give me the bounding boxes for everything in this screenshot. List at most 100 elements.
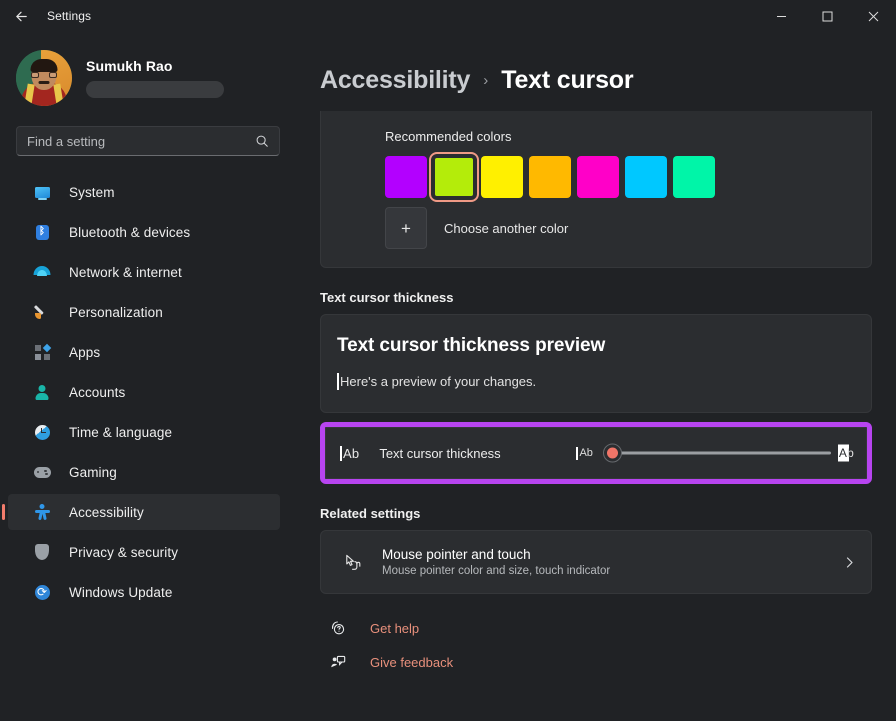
window-body: Sumukh Rao Find a setting Sy: [0, 32, 896, 721]
sidebar-item-label: Apps: [69, 345, 100, 360]
thickness-slider-row[interactable]: Ab Text cursor thickness Ab Ab: [325, 427, 867, 479]
sidebar-item-label: Bluetooth & devices: [69, 225, 190, 240]
color-swatch-cyan[interactable]: [625, 156, 667, 198]
slider-track[interactable]: [605, 452, 831, 455]
profile-email-redacted: [86, 81, 224, 98]
sidebar-item-accessibility[interactable]: Accessibility: [8, 494, 280, 530]
search-icon: [255, 134, 269, 148]
help-icon: [328, 620, 348, 636]
sidebar-item-windows-update[interactable]: Windows Update: [8, 574, 280, 610]
maximize-icon: [822, 11, 833, 22]
sidebar: Sumukh Rao Find a setting Sy: [0, 32, 296, 721]
feedback-icon: [328, 654, 348, 670]
chevron-right-icon: ›: [480, 72, 491, 89]
sidebar-item-gaming[interactable]: Gaming: [8, 454, 280, 490]
recommended-colors-card: Recommended colors + Choose: [320, 111, 872, 268]
wifi-icon: [32, 266, 52, 278]
recommended-colors-inner: Recommended colors + Choose: [321, 111, 871, 249]
color-swatch-purple[interactable]: [385, 156, 427, 198]
recommended-colors-label: Recommended colors: [385, 129, 871, 144]
sidebar-item-accounts[interactable]: Accounts: [8, 374, 280, 410]
profile-name: Sumukh Rao: [86, 58, 224, 74]
sidebar-item-time-language[interactable]: Time & language: [8, 414, 280, 450]
preview-subtitle: Here's a preview of your changes.: [340, 374, 536, 389]
related-setting-text: Mouse pointer and touch Mouse pointer co…: [382, 547, 844, 577]
refresh-icon: [32, 585, 52, 600]
footer-links: Get help Give feedback: [320, 594, 872, 670]
sidebar-item-personalization[interactable]: Personalization: [8, 294, 280, 330]
sidebar-item-privacy-security[interactable]: Privacy & security: [8, 534, 280, 570]
person-icon: [32, 385, 52, 400]
preview-subtitle-row: Here's a preview of your changes.: [337, 373, 871, 390]
ab-left-text: Ab: [343, 446, 359, 461]
back-button[interactable]: [0, 0, 42, 32]
plus-icon: +: [385, 207, 427, 249]
thickness-section-label: Text cursor thickness: [320, 290, 872, 305]
related-setting-mouse-pointer[interactable]: Mouse pointer and touch Mouse pointer co…: [320, 530, 872, 594]
color-swatch-spring-green[interactable]: [673, 156, 715, 198]
user-profile[interactable]: Sumukh Rao: [0, 32, 296, 110]
get-help-link[interactable]: Get help: [328, 620, 872, 636]
settings-window: Settings: [0, 0, 896, 721]
window-title: Settings: [47, 9, 91, 23]
color-swatch-row: [385, 156, 871, 198]
thickness-slider[interactable]: [605, 442, 831, 464]
color-swatch-chartreuse[interactable]: [433, 156, 475, 198]
bluetooth-icon: ᛒ: [32, 225, 52, 240]
minimize-icon: [776, 11, 787, 22]
breadcrumb: Accessibility › Text cursor: [320, 32, 872, 111]
sidebar-item-label: Windows Update: [69, 585, 172, 600]
preview-title: Text cursor thickness preview: [337, 335, 871, 357]
profile-text: Sumukh Rao: [86, 58, 224, 98]
related-setting-title: Mouse pointer and touch: [382, 547, 844, 562]
accessibility-icon: [32, 504, 52, 520]
search-wrapper: Find a setting: [0, 110, 296, 156]
choose-another-color-label: Choose another color: [444, 221, 568, 236]
sidebar-item-network-internet[interactable]: Network & internet: [8, 254, 280, 290]
thickness-slider-label: Text cursor thickness: [379, 446, 576, 461]
chevron-right-icon: [844, 557, 855, 568]
avatar-glasses-right: [49, 72, 57, 78]
avatar-hair: [31, 59, 58, 72]
thickness-preview-card: Text cursor thickness preview Here's a p…: [320, 314, 872, 413]
search-input[interactable]: Find a setting: [16, 126, 280, 156]
sidebar-item-label: Gaming: [69, 465, 117, 480]
ab-min-text: Ab: [579, 447, 592, 459]
sidebar-nav: System ᛒ Bluetooth & devices Network & i…: [0, 174, 296, 614]
give-feedback-link[interactable]: Give feedback: [328, 654, 872, 670]
gamepad-icon: [32, 467, 52, 478]
maximize-button[interactable]: [804, 0, 850, 32]
close-icon: [868, 11, 879, 22]
mouse-pointer-icon: [339, 553, 365, 572]
avatar-moustache: [39, 81, 50, 84]
avatar-glasses-left: [31, 72, 39, 78]
sidebar-item-label: Accounts: [69, 385, 125, 400]
sidebar-item-label: Network & internet: [69, 265, 182, 280]
color-swatch-yellow[interactable]: [481, 156, 523, 198]
choose-another-color-row[interactable]: + Choose another color: [385, 207, 871, 249]
search-placeholder: Find a setting: [27, 134, 255, 149]
sidebar-item-label: Accessibility: [69, 505, 144, 520]
slider-thumb[interactable]: [603, 444, 622, 463]
minimize-button[interactable]: [758, 0, 804, 32]
close-button[interactable]: [850, 0, 896, 32]
sidebar-item-apps[interactable]: Apps: [8, 334, 280, 370]
shield-icon: [32, 544, 52, 560]
related-section-label: Related settings: [320, 506, 872, 521]
color-swatch-magenta[interactable]: [577, 156, 619, 198]
give-feedback-label: Give feedback: [370, 655, 453, 670]
clock-icon: [32, 425, 52, 440]
breadcrumb-parent[interactable]: Accessibility: [320, 66, 470, 95]
avatar: [16, 50, 72, 106]
system-icon: [32, 187, 52, 198]
sidebar-item-bluetooth-devices[interactable]: ᛒ Bluetooth & devices: [8, 214, 280, 250]
main-inner: Accessibility › Text cursor Recommended …: [296, 32, 896, 670]
get-help-label: Get help: [370, 621, 419, 636]
title-bar: Settings: [0, 0, 896, 32]
page-title: Text cursor: [501, 66, 633, 95]
thickness-max-icon: Ab: [839, 446, 854, 460]
sidebar-item-label: Time & language: [69, 425, 172, 440]
color-swatch-amber[interactable]: [529, 156, 571, 198]
sidebar-item-system[interactable]: System: [8, 174, 280, 210]
arrow-left-icon: [14, 9, 29, 24]
